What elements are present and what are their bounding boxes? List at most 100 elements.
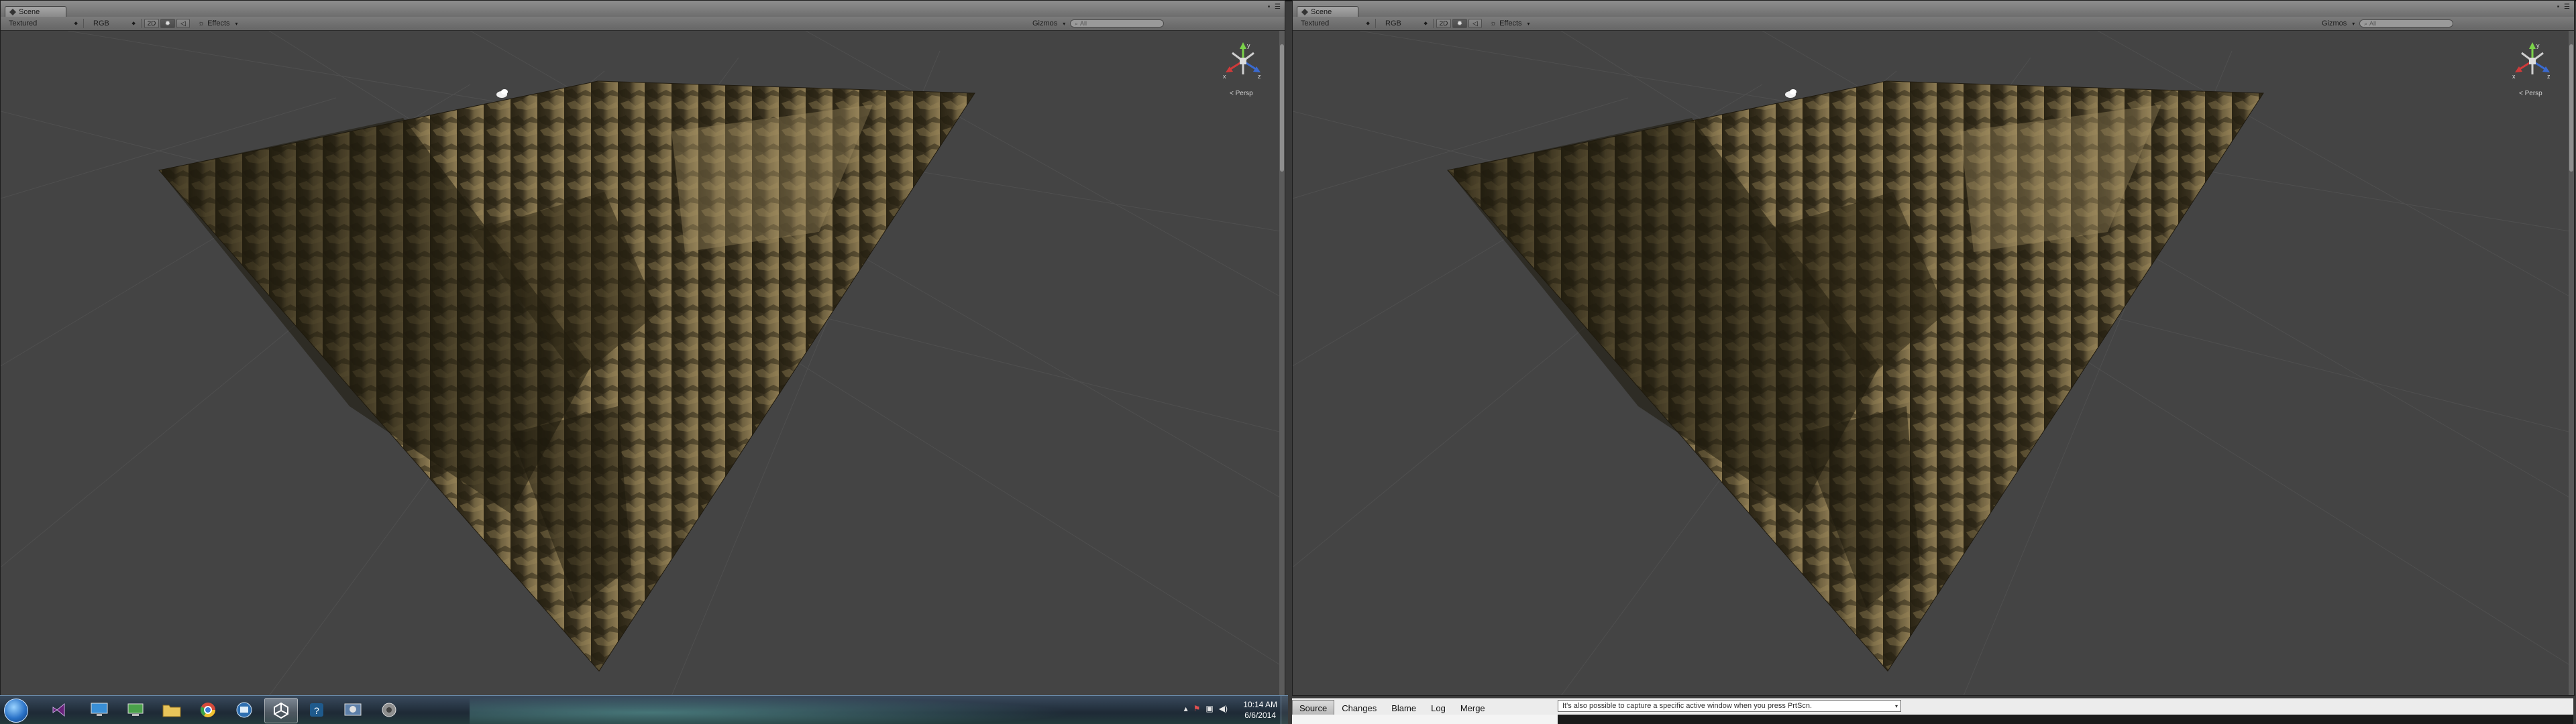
tab-blame[interactable]: Blame — [1384, 700, 1424, 716]
scene-search-input[interactable]: ⌕ All — [2359, 19, 2453, 27]
message-field[interactable]: It's also possible to capture a specific… — [1558, 700, 1901, 712]
monitor-app-icon[interactable] — [228, 698, 260, 722]
search-placeholder: All — [1080, 20, 1087, 27]
light-icon[interactable] — [1785, 89, 1796, 98]
svg-text:z: z — [1258, 73, 1261, 80]
scene-toolbar: Textured ⬥ RGB ⬥ 2D ✹ ◁ ☼ Effects ▾ Gizm… — [1, 17, 1285, 31]
gizmos-label: Gizmos — [2322, 19, 2347, 27]
effects-label: Effects — [1499, 19, 1522, 27]
search-icon: ⌕ — [1075, 19, 1079, 27]
effects-icon: ☼ — [1490, 19, 1497, 27]
tab-source[interactable]: Source — [1292, 700, 1335, 716]
clock-time: 10:14 AM — [1243, 700, 1277, 709]
system-tray: ▴ ⚑ ▣ ◀) 10:14 AM 6/6/2014 — [1140, 696, 1288, 724]
remote-desktop-icon[interactable] — [83, 698, 115, 722]
2d-label: 2D — [1439, 19, 1448, 27]
tool-icon[interactable] — [337, 698, 369, 722]
bottom-strip — [1292, 715, 1558, 724]
audio-toggle-button[interactable]: ◁ — [176, 19, 190, 28]
effects-dropdown[interactable]: ☼ Effects ▾ — [1485, 19, 1532, 28]
light-icon[interactable] — [496, 89, 508, 98]
unity-icon[interactable] — [264, 698, 298, 723]
render-mode-dropdown[interactable]: RGB ⬥ — [88, 19, 142, 28]
vertical-scrollbar[interactable] — [1279, 31, 1285, 695]
chevron-down-icon: ▾ — [1063, 20, 1066, 27]
tab-changes[interactable]: Changes — [1334, 700, 1384, 716]
scene-tabbar: Scene ▪ ☰ — [1293, 1, 2574, 17]
scene-search-input[interactable]: ⌕ All — [1070, 19, 1164, 27]
network-tray-icon[interactable]: ▣ — [1205, 704, 1213, 713]
scene-render — [1293, 31, 2574, 695]
chevron-down-icon: ⬥ — [131, 20, 136, 26]
taskbar: ? ▴ ⚑ ▣ ◀) 10:14 AM 6/6/2014 — [0, 695, 1288, 724]
scene-viewport[interactable]: y x z < Persp — [1, 31, 1285, 695]
tab-merge[interactable]: Merge — [1453, 700, 1493, 716]
svg-text:z: z — [2547, 73, 2551, 80]
shading-mode-label: Textured — [1301, 19, 1330, 27]
message-text: It's also possible to capture a specific… — [1562, 702, 1813, 710]
speaker-icon: ◁ — [1472, 19, 1478, 27]
chrome-icon[interactable] — [192, 698, 224, 722]
tray-icons: ▴ ⚑ ▣ ◀) — [1184, 704, 1228, 713]
clock[interactable]: 10:14 AM 6/6/2014 — [1243, 699, 1277, 721]
vertical-scrollbar[interactable] — [2569, 31, 2574, 695]
scene-tabbar: Scene ▪ ☰ — [1, 1, 1285, 17]
tab-log[interactable]: Log — [1424, 700, 1453, 716]
orientation-gizmo[interactable]: y x z — [1223, 41, 1263, 95]
search-placeholder: All — [2369, 20, 2377, 27]
tab-scene[interactable]: Scene — [1297, 6, 1358, 17]
visual-studio-icon[interactable] — [43, 698, 75, 722]
bottom-panel-tabs: Source Changes Blame Log Merge — [1292, 700, 1493, 716]
chevron-down-icon: ▾ — [2352, 20, 2355, 27]
show-desktop-button[interactable] — [1281, 696, 1288, 724]
search-icon: ⌕ — [2364, 19, 2368, 27]
window-controls[interactable]: ▪ ☰ — [2557, 3, 2571, 11]
chevron-down-icon[interactable]: ▾ — [1895, 703, 1898, 709]
right-monitor: Scene ▪ ☰ Textured ⬥ RGB ⬥ 2D ✹ ◁ ☼ Effe… — [1288, 0, 2576, 724]
scene-icon — [9, 8, 16, 15]
shading-mode-dropdown[interactable]: Textured ⬥ — [1295, 19, 1376, 28]
flag-icon[interactable]: ⚑ — [1193, 704, 1201, 713]
scene-toolbar: Textured ⬥ RGB ⬥ 2D ✹ ◁ ☼ Effects ▾ Gizm… — [1293, 17, 2574, 31]
gizmos-label: Gizmos — [1032, 19, 1058, 27]
svg-text:x: x — [1223, 73, 1226, 80]
scene-viewport[interactable]: y x z < Persp — [1293, 31, 2574, 695]
chevron-down-icon: ⬥ — [1424, 20, 1428, 26]
scrollbar-thumb[interactable] — [2569, 44, 2573, 172]
tab-scene-label: Scene — [1311, 7, 1332, 16]
explorer-icon[interactable] — [156, 698, 188, 722]
clock-date: 6/6/2014 — [1244, 711, 1276, 720]
network-icon[interactable] — [119, 698, 152, 722]
scene-window: Scene ▪ ☰ Textured ⬥ RGB ⬥ 2D ✹ ◁ ☼ Effe… — [1292, 0, 2575, 696]
gizmos-dropdown[interactable]: Gizmos ▾ — [1027, 19, 1067, 28]
persp-label[interactable]: < Persp — [2519, 90, 2542, 97]
settings-icon[interactable] — [373, 698, 405, 722]
2d-toggle-button[interactable]: 2D — [144, 19, 159, 28]
perforce-icon[interactable]: ? — [301, 698, 333, 722]
tab-scene[interactable]: Scene — [5, 6, 66, 17]
persp-label[interactable]: < Persp — [1230, 90, 1253, 97]
scrollbar-thumb[interactable] — [1280, 44, 1284, 172]
shading-mode-label: Textured — [9, 19, 38, 27]
chevron-down-icon: ▾ — [235, 20, 238, 27]
chevron-down-icon: ▾ — [1527, 20, 1530, 27]
show-hidden-icons-icon[interactable]: ▴ — [1184, 704, 1188, 713]
svg-text:x: x — [2512, 73, 2516, 80]
start-button[interactable] — [4, 699, 28, 723]
bottom-panel: Source Changes Blame Log Merge It's also… — [1292, 698, 2573, 724]
volume-icon[interactable]: ◀) — [1219, 704, 1228, 713]
svg-text:?: ? — [314, 705, 319, 716]
lighting-toggle-button[interactable]: ✹ — [1452, 19, 1467, 28]
window-controls[interactable]: ▪ ☰ — [1268, 3, 1282, 11]
bottom-dark-area — [1558, 715, 2573, 724]
audio-toggle-button[interactable]: ◁ — [1468, 19, 1482, 28]
render-mode-dropdown[interactable]: RGB ⬥ — [1380, 19, 1434, 28]
gizmos-dropdown[interactable]: Gizmos ▾ — [2316, 19, 2357, 28]
2d-toggle-button[interactable]: 2D — [1436, 19, 1451, 28]
orientation-gizmo[interactable]: y x z — [2512, 41, 2553, 95]
effects-dropdown[interactable]: ☼ Effects ▾ — [193, 19, 239, 28]
effects-label: Effects — [207, 19, 230, 27]
shading-mode-dropdown[interactable]: Textured ⬥ — [3, 19, 84, 28]
lighting-toggle-button[interactable]: ✹ — [160, 19, 175, 28]
speaker-icon: ◁ — [180, 19, 186, 27]
